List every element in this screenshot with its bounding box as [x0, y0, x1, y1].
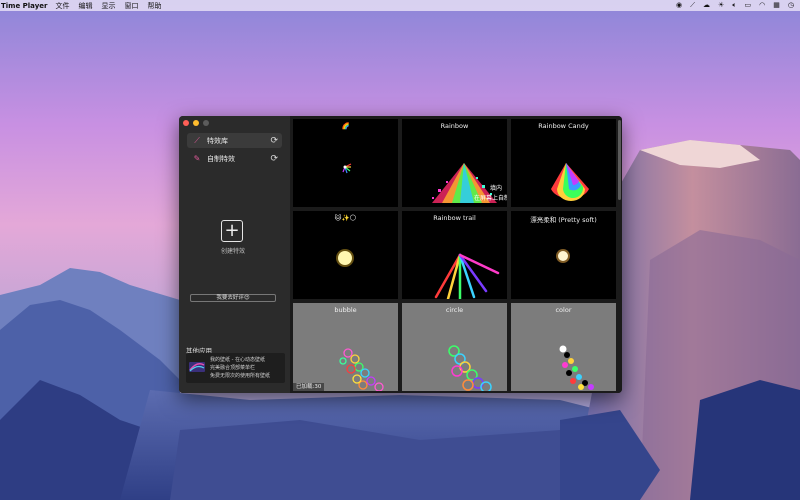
effect-preview	[336, 249, 354, 267]
create-effect-button[interactable]: +	[221, 220, 243, 242]
record-icon[interactable]: ◉	[676, 0, 682, 11]
grid-icon[interactable]: ▦	[773, 0, 780, 11]
effect-preview	[339, 348, 384, 391]
effect-preview	[448, 345, 492, 391]
battery-icon[interactable]: ▭	[745, 0, 752, 11]
pen-icon: ✎	[193, 154, 201, 163]
wifi-icon[interactable]: ◠	[759, 0, 765, 11]
promo-line-1: 我的壁纸 - 在心动态壁纸	[210, 357, 265, 363]
effect-tile-pretty-soft[interactable]: 漂亮柔和 (Pretty soft)	[511, 211, 616, 299]
sync-icon[interactable]: ⟳	[270, 154, 278, 164]
effect-preview	[559, 345, 594, 390]
grid-scrollbar[interactable]	[618, 120, 621, 200]
brightness-icon[interactable]: ☀	[718, 0, 724, 11]
sidebar: ⟋ 特效库 ⟳ ✎ 自制特效 ⟳ + 创建特效 我要去好评😍 其他应用 我的壁纸…	[179, 116, 290, 393]
minimize-window-button[interactable]	[193, 120, 199, 126]
effect-tile-rainbow[interactable]: Rainbow 填内 在屏幕上自制	[402, 119, 507, 207]
promo-line-2: 完美融合顶部菜单栏	[210, 365, 256, 371]
app-window: ⟋ 特效库 ⟳ ✎ 自制特效 ⟳ + 创建特效 我要去好评😍 其他应用 我的壁纸…	[179, 116, 622, 393]
menu-view[interactable]: 显示	[101, 1, 115, 11]
app-menu[interactable]: Time Player	[1, 2, 47, 10]
effects-grid: 🌈 Rainbow 填内 在屏幕上自制 Rainbow Candy 🐱✨🌕 Ra…	[290, 116, 622, 393]
menu-bar: Time Player 文件 编辑 显示 窗口 帮助 ◉ ⟋ ☁ ☀ 🔈︎ ▭ …	[0, 0, 800, 11]
effect-tile-cat-moon[interactable]: 🐱✨🌕	[293, 211, 398, 299]
effect-preview	[556, 249, 570, 263]
close-window-button[interactable]	[183, 120, 189, 126]
promo-line-3: 免费无限次的使用所有壁纸	[210, 373, 271, 379]
wechat-icon[interactable]: ☁	[703, 0, 710, 11]
effect-tile-rainbow-trail[interactable]: Rainbow trail	[402, 211, 507, 299]
sidebar-item-effects-library[interactable]: ⟋ 特效库 ⟳	[187, 133, 282, 148]
sidebar-item-custom-effects[interactable]: ✎ 自制特效 ⟳	[187, 151, 282, 166]
effect-preview	[551, 163, 589, 201]
menu-file[interactable]: 文件	[55, 1, 69, 11]
create-effect-label: 创建特效	[220, 248, 245, 255]
menu-edit[interactable]: 编辑	[78, 1, 92, 11]
effect-overlay-text: 填内	[490, 184, 502, 192]
effect-tile-rainbow-emoji[interactable]: 🌈	[293, 119, 398, 207]
effect-tile-rainbow-candy[interactable]: Rainbow Candy	[511, 119, 616, 207]
clock-icon[interactable]: ◷	[788, 0, 794, 11]
effect-preview	[434, 253, 500, 299]
wand-icon[interactable]: ⟋	[690, 0, 695, 11]
wand-icon: ⟋	[194, 135, 200, 145]
wallpaper-app-icon	[189, 362, 205, 372]
sync-icon[interactable]: ⟳	[270, 136, 278, 146]
effect-tile-bubble[interactable]: bubble 已加载:30	[293, 303, 398, 391]
window-controls	[183, 120, 209, 126]
menu-help[interactable]: 帮助	[147, 1, 161, 11]
menu-window[interactable]: 窗口	[124, 1, 138, 11]
effect-preview	[342, 163, 352, 174]
promo-other-app[interactable]: 我的壁纸 - 在心动态壁纸 完美融合顶部菜单栏 免费无限次的使用所有壁纸	[186, 353, 285, 383]
effect-overlay-text: 在屏幕上自制	[474, 194, 507, 202]
effect-preview: 填内 在屏幕上自制	[432, 163, 507, 203]
status-area: ◉ ⟋ ☁ ☀ 🔈︎ ▭ ◠ ▦ ◷	[676, 0, 794, 11]
review-button[interactable]: 我要去好评😍	[190, 294, 276, 302]
effect-tile-circle[interactable]: circle	[402, 303, 507, 391]
sidebar-item-label: 自制特效	[207, 154, 235, 163]
volume-icon[interactable]: 🔈︎	[732, 0, 736, 11]
effect-tile-color[interactable]: color	[511, 303, 616, 391]
loaded-count-badge: 已加载:30	[293, 383, 325, 391]
sidebar-item-label: 特效库	[207, 136, 228, 145]
zoom-window-button[interactable]	[203, 120, 209, 126]
